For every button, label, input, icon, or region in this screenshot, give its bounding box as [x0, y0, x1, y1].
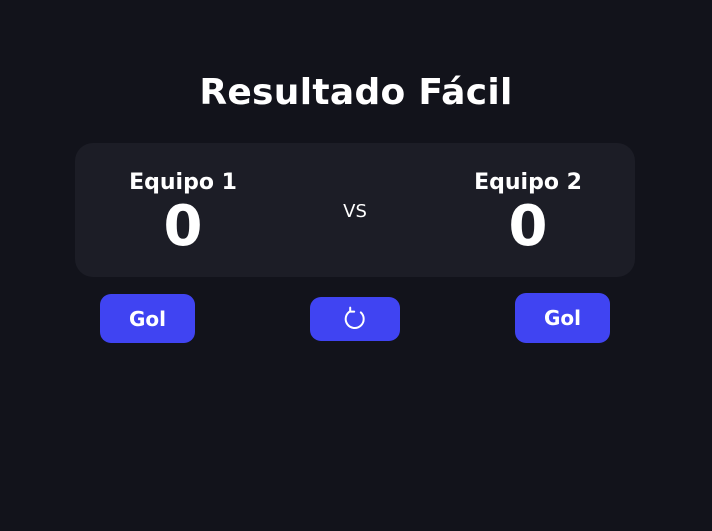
- reset-button[interactable]: [310, 297, 400, 341]
- team-2-score: 0: [508, 194, 548, 259]
- scoreboard-card: Equipo 1 0 VS Equipo 2 0: [75, 143, 635, 277]
- refresh-icon: [341, 305, 369, 333]
- vs-label: VS: [343, 201, 367, 222]
- team-2-panel: Equipo 2 0: [428, 167, 628, 259]
- team-1-score: 0: [163, 194, 203, 259]
- team-2-goal-label: Gol: [543, 306, 581, 330]
- team-2-goal-button[interactable]: Gol: [515, 293, 610, 343]
- page-title: Resultado Fácil: [199, 72, 513, 113]
- team-1-panel: Equipo 1 0: [83, 167, 283, 259]
- team-1-goal-label: Gol: [128, 306, 166, 331]
- team-1-goal-button[interactable]: Gol: [100, 294, 195, 343]
